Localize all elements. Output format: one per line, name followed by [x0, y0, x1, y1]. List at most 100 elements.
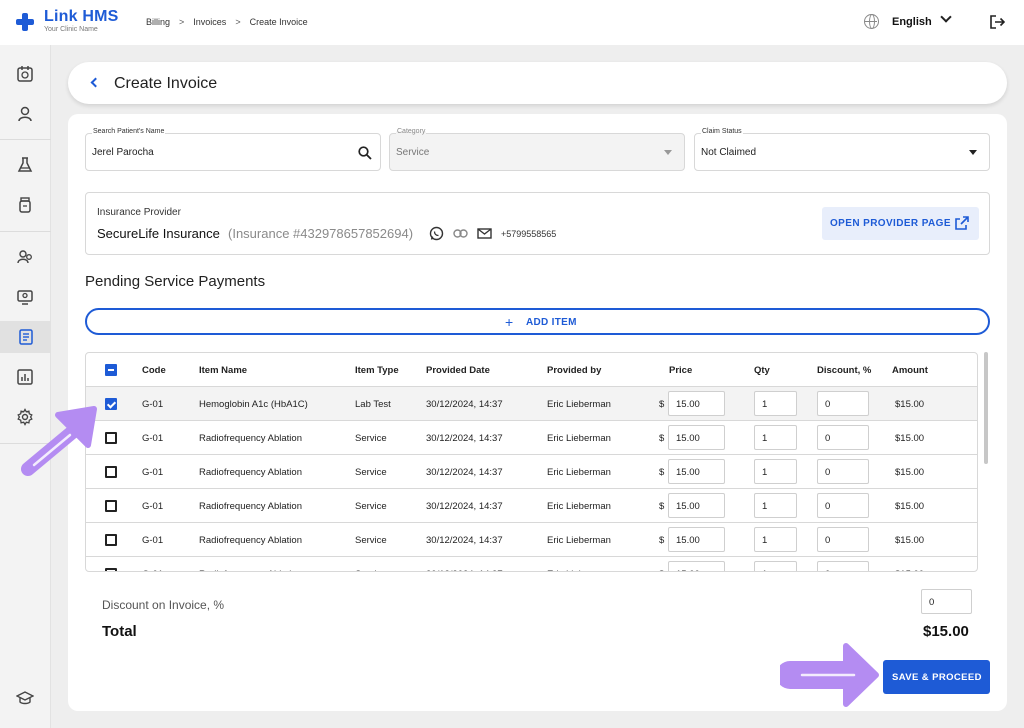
qty-input[interactable]: 1 [754, 391, 797, 416]
qty-input[interactable]: 1 [754, 527, 797, 552]
add-item-button[interactable]: + ADD ITEM [85, 308, 990, 335]
currency-symbol: $ [659, 569, 664, 571]
discount-input[interactable]: 0 [817, 391, 869, 416]
cell-code: G-01 [142, 433, 164, 444]
cell-provided-date: 30/12/2024, 14:37 [426, 433, 503, 444]
cell-item-type: Service [355, 467, 387, 478]
price-input[interactable]: 15.00 [668, 527, 725, 552]
price-input[interactable]: 15.00 [668, 425, 725, 450]
breadcrumb-invoices[interactable]: Invoices [193, 17, 226, 27]
calendar-icon[interactable] [15, 64, 35, 84]
cell-amount: $15.00 [895, 569, 924, 571]
table-row[interactable]: G-01 Radiofrequency Ablation Service 30/12/… [86, 557, 977, 571]
search-icon[interactable] [358, 146, 372, 160]
globe-icon[interactable] [864, 14, 879, 29]
patient-search-value[interactable]: Jerel Parocha [92, 147, 154, 158]
price-input[interactable]: 15.00 [668, 391, 725, 416]
qty-input[interactable]: 1 [754, 425, 797, 450]
save-and-proceed-button[interactable]: SAVE & PROCEED [883, 660, 990, 694]
medicine-bottle-icon[interactable] [15, 195, 35, 215]
insurance-provider-box: Insurance Provider SecureLife Insurance … [85, 192, 990, 255]
flask-icon[interactable] [15, 155, 35, 175]
col-discount[interactable]: Discount, % [817, 365, 871, 376]
discount-input[interactable]: 0 [817, 527, 869, 552]
col-amount[interactable]: Amount [892, 365, 928, 376]
cell-item-type: Lab Test [355, 399, 391, 410]
row-checkbox[interactable] [105, 398, 117, 410]
cell-provided-date: 30/12/2024, 14:37 [426, 399, 503, 410]
col-provided-by[interactable]: Provided by [547, 365, 601, 376]
col-price[interactable]: Price [669, 365, 692, 376]
row-checkbox[interactable] [105, 534, 117, 546]
cell-item-name: Radiofrequency Ablation [199, 467, 302, 478]
table-row[interactable]: G-01 Radiofrequency Ablation Service 30/12/… [86, 489, 977, 523]
open-provider-page-button[interactable]: OPEN PROVIDER PAGE [822, 207, 979, 240]
invoice-form-card: Search Patient's Name Jerel Parocha Cate… [68, 114, 1007, 711]
discount-input[interactable]: 0 [817, 459, 869, 484]
table-scrollbar[interactable] [984, 352, 988, 464]
patient-search-label: Search Patient's Name [92, 128, 166, 135]
price-input[interactable]: 15.00 [668, 493, 725, 518]
logout-icon[interactable] [989, 14, 1005, 30]
cell-amount: $15.00 [895, 467, 925, 478]
table-row[interactable]: G-01 Radiofrequency Ablation Service 30/12/… [86, 455, 977, 489]
discount-input[interactable]: 0 [817, 493, 869, 518]
col-code[interactable]: Code [142, 365, 166, 376]
top-bar: Link HMS Your Clinic Name Billing > Invo… [0, 0, 1024, 45]
col-qty[interactable]: Qty [754, 365, 770, 376]
external-link-icon [955, 216, 969, 230]
users-group-icon[interactable] [15, 247, 35, 267]
table-row[interactable]: G-01 Radiofrequency Ablation Service 30/12/… [86, 421, 977, 455]
row-checkbox[interactable] [105, 500, 117, 512]
cell-provided-date: 30/12/2024, 14:37 [426, 569, 503, 571]
select-all-checkbox[interactable] [105, 364, 117, 376]
category-value: Service [396, 147, 430, 158]
cell-provided-date: 30/12/2024, 14:37 [426, 467, 503, 478]
whatsapp-icon[interactable] [429, 226, 444, 241]
cell-item-type: Service [355, 501, 387, 512]
row-checkbox[interactable] [105, 466, 117, 478]
claim-status-label: Claim Status [701, 128, 743, 135]
qty-input[interactable]: 1 [754, 459, 797, 484]
col-provided-date[interactable]: Provided Date [426, 365, 490, 376]
report-icon[interactable] [15, 367, 35, 387]
graduation-cap-icon[interactable] [15, 688, 35, 708]
currency-symbol: $ [659, 535, 665, 546]
qty-input[interactable]: 1 [754, 493, 797, 518]
cell-amount: $15.00 [895, 433, 925, 444]
back-chevron-icon[interactable] [90, 77, 101, 88]
price-input[interactable]: 15.00 [668, 561, 725, 571]
link-icon[interactable] [453, 228, 468, 239]
invoice-discount-input[interactable]: 0 [921, 589, 972, 614]
invoice-icon[interactable] [0, 321, 51, 353]
cell-item-name: Radiofrequency Ablation [199, 433, 302, 444]
breadcrumb-billing[interactable]: Billing [146, 17, 170, 27]
qty-input[interactable]: 1 [754, 561, 797, 571]
claim-status-value[interactable]: Not Claimed [701, 147, 756, 158]
row-checkbox[interactable] [105, 432, 117, 444]
annotation-arrow-icon [780, 643, 879, 707]
user-icon[interactable] [15, 104, 35, 124]
cell-code: G-01 [142, 399, 164, 410]
col-item-type[interactable]: Item Type [355, 365, 399, 376]
total-value: $15.00 [923, 623, 969, 640]
claim-status-select[interactable]: Claim Status Not Claimed [694, 128, 990, 171]
category-label: Category [396, 128, 427, 135]
language-selector[interactable]: English [892, 16, 932, 28]
price-input[interactable]: 15.00 [668, 459, 725, 484]
annotation-arrow-icon [21, 406, 97, 476]
col-item-name[interactable]: Item Name [199, 365, 247, 376]
table-row[interactable]: G-01 Hemoglobin A1c (HbA1C) Lab Test 30/12/… [86, 387, 977, 421]
app-logo[interactable]: Link HMS Your Clinic Name [16, 9, 119, 34]
discount-input[interactable]: 0 [817, 425, 869, 450]
chevron-down-icon[interactable] [940, 11, 952, 23]
breadcrumb-create-invoice: Create Invoice [249, 17, 308, 27]
row-checkbox[interactable] [105, 568, 117, 571]
discount-input[interactable]: 0 [817, 561, 869, 571]
plus-icon: + [505, 314, 514, 330]
email-icon[interactable] [477, 228, 492, 239]
dropdown-arrow-icon[interactable] [969, 150, 977, 155]
monitor-icon[interactable] [15, 287, 35, 307]
table-row[interactable]: G-01 Radiofrequency Ablation Service 30/12/… [86, 523, 977, 557]
patient-search-field[interactable]: Search Patient's Name Jerel Parocha [85, 128, 381, 171]
